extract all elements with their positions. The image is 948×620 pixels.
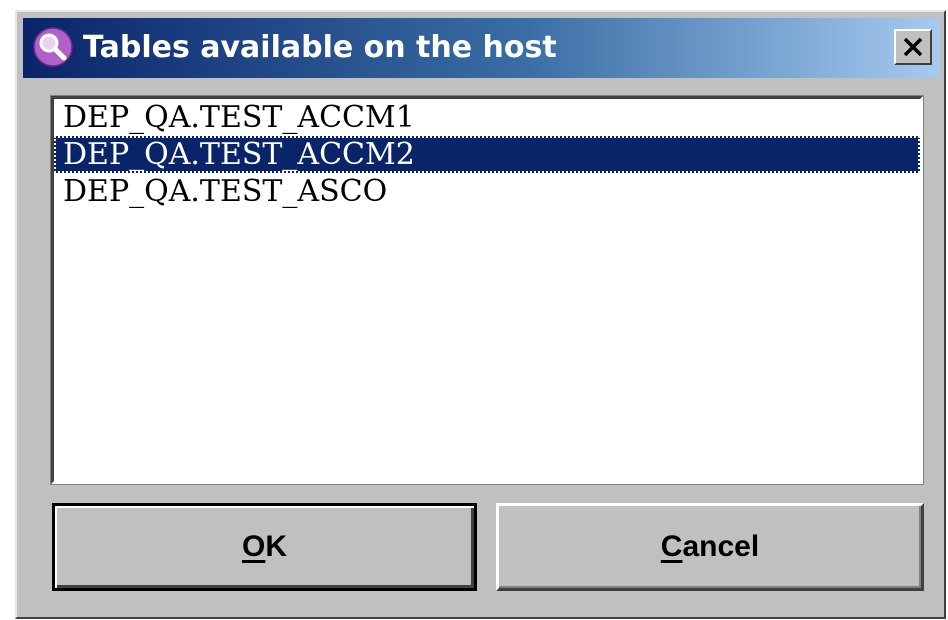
close-icon (903, 37, 923, 57)
tables-dialog: Tables available on the host DEP_QA.TEST… (15, 10, 946, 619)
ok-button[interactable]: OK (52, 503, 477, 591)
list-item-label: DEP_QA.TEST_ACCM1 (63, 100, 415, 135)
list-item-label: DEP_QA.TEST_ASCO (63, 174, 388, 209)
cancel-mnemonic: C (660, 530, 683, 563)
list-item-test-asco[interactable]: DEP_QA.TEST_ASCO (54, 173, 920, 210)
cancel-button[interactable]: Cancel (496, 503, 924, 591)
list-item-test-accm1[interactable]: DEP_QA.TEST_ACCM1 (54, 99, 920, 136)
ok-mnemonic: O (241, 530, 266, 563)
ok-label: K (265, 530, 287, 563)
title-bar[interactable]: Tables available on the host (23, 18, 940, 78)
list-item-label: DEP_QA.TEST_ACCM2 (63, 137, 415, 172)
magnifier-icon (33, 27, 73, 67)
dialog-title: Tables available on the host (83, 30, 557, 65)
list-item-test-accm2[interactable]: DEP_QA.TEST_ACCM2 (54, 136, 920, 173)
cancel-label: ancel (682, 530, 760, 563)
close-button[interactable] (894, 29, 932, 65)
tables-listbox[interactable]: DEP_QA.TEST_ACCM1 DEP_QA.TEST_ACCM2 DEP_… (50, 95, 924, 485)
